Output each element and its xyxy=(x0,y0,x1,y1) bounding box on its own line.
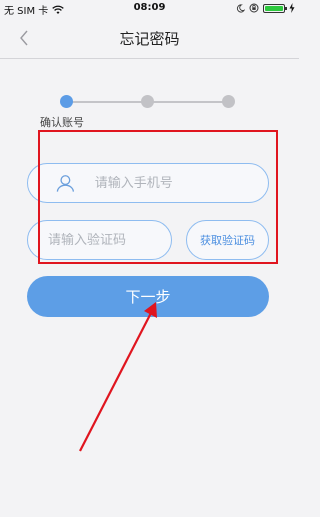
step-connector xyxy=(66,101,147,103)
annotation-highlight-box xyxy=(38,130,278,264)
step-dot-3 xyxy=(222,95,235,108)
battery-icon xyxy=(263,3,287,13)
status-right xyxy=(236,3,295,13)
step-connector xyxy=(147,101,228,103)
step-indicator: 确认账号 xyxy=(0,92,299,132)
status-bar: 无 SIM 卡 08:09 xyxy=(0,0,299,18)
step-label: 确认账号 xyxy=(40,116,84,129)
step-dot-2 xyxy=(141,95,154,108)
next-button[interactable]: 下一步 xyxy=(27,276,269,317)
step-dot-1 xyxy=(60,95,73,108)
moon-icon xyxy=(236,3,245,12)
nav-bar: 忘记密码 xyxy=(0,18,299,59)
battery-tip xyxy=(285,6,287,10)
rotation-lock-icon xyxy=(249,3,259,13)
page-title: 忘记密码 xyxy=(119,30,180,48)
charging-icon xyxy=(289,3,295,13)
forgot-password-screen: 无 SIM 卡 08:09 忘记密码 确认账号 请输入手机号 请输入验证码 获取… xyxy=(0,0,299,517)
battery-fill xyxy=(265,5,283,11)
